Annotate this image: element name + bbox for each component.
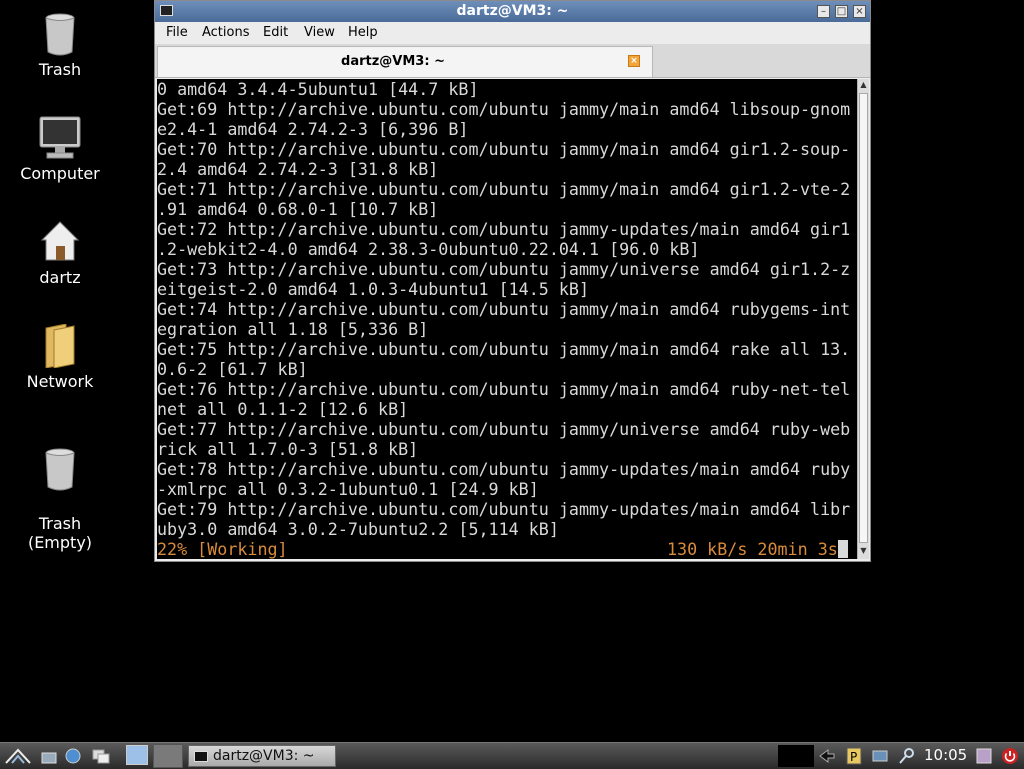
arrow-left-icon[interactable]: [818, 747, 836, 765]
terminal-app-icon: [194, 751, 208, 762]
desktop-icon-computer[interactable]: Computer: [10, 116, 110, 183]
tab-label: dartz@VM3: ~: [341, 54, 445, 69]
file-manager-icon[interactable]: [40, 747, 58, 765]
scrollbar-thumb[interactable]: [859, 93, 868, 543]
taskbar-task-terminal[interactable]: dartz@VM3: ~: [188, 745, 336, 767]
window-switch-icon[interactable]: [92, 747, 110, 765]
apt-progress-status: 22% [Working]: [157, 539, 288, 559]
desktop-icon-label: Trash (Empty): [27, 514, 93, 552]
tray-black-box: [778, 745, 814, 767]
start-menu-icon[interactable]: [4, 747, 34, 765]
terminal-window: dartz@VM3: ~ – □ × File Actions Edit Vie…: [154, 0, 871, 562]
user-icon[interactable]: [975, 747, 993, 765]
taskbar: dartz@VM3: ~ P 10:05: [0, 742, 1024, 769]
scroll-up-icon[interactable]: ▲: [858, 79, 869, 91]
desktop-icon-trash[interactable]: Trash: [10, 12, 110, 79]
tab-bar: dartz@VM3: ~ ×: [155, 44, 870, 78]
tab-terminal[interactable]: dartz@VM3: ~ ×: [157, 46, 653, 77]
window-title: dartz@VM3: ~: [456, 3, 569, 19]
desktop-icon-label: dartz: [39, 268, 81, 287]
folder-icon: [45, 324, 75, 368]
svg-text:P: P: [850, 750, 857, 764]
menu-view[interactable]: View: [304, 25, 335, 40]
desktop-icon-network[interactable]: Network: [10, 324, 110, 391]
terminal-scrollbar[interactable]: ▲ ▼: [857, 79, 869, 559]
desktop-pager-2[interactable]: [153, 744, 183, 768]
apt-download-rate: 130 kB/s 20min 3s: [667, 539, 838, 559]
home-icon: [40, 221, 80, 261]
desktop-pager-1[interactable]: [126, 745, 148, 765]
network-icon[interactable]: [871, 747, 889, 765]
taskbar-task-label: dartz@VM3: ~: [213, 748, 315, 764]
desktop-icon-home[interactable]: dartz: [10, 220, 110, 287]
clock[interactable]: 10:05: [924, 746, 967, 764]
desktop-icon-label: Trash: [38, 60, 82, 79]
power-icon[interactable]: [1001, 747, 1019, 765]
trash-icon: [45, 448, 75, 491]
desktop-icon-label: Network: [26, 372, 94, 391]
desktop-icon-trash-empty[interactable]: Trash (Empty): [10, 428, 110, 552]
terminal-cursor: [838, 540, 848, 558]
window-titlebar[interactable]: dartz@VM3: ~ – □ ×: [155, 1, 870, 22]
search-icon[interactable]: [898, 747, 916, 765]
scroll-down-icon[interactable]: ▼: [858, 545, 869, 557]
terminal-output[interactable]: 0 amd64 3.4.4-5ubuntu1 [44.7 kB] Get:69 …: [157, 79, 857, 559]
close-icon[interactable]: ×: [853, 5, 866, 18]
maximize-icon[interactable]: □: [835, 5, 848, 18]
clipboard-icon[interactable]: P: [845, 747, 863, 765]
menu-actions[interactable]: Actions: [202, 25, 250, 40]
tab-close-icon[interactable]: ×: [628, 55, 640, 67]
menu-bar: File Actions Edit View Help: [155, 22, 870, 44]
terminal-text: 0 amd64 3.4.4-5ubuntu1 [44.7 kB] Get:69 …: [157, 79, 851, 539]
menu-help[interactable]: Help: [348, 25, 378, 40]
browser-icon[interactable]: [64, 747, 82, 765]
trash-icon: [45, 13, 75, 56]
desktop-icon-label: Computer: [20, 164, 100, 183]
minimize-icon[interactable]: –: [817, 5, 830, 18]
menu-edit[interactable]: Edit: [263, 25, 288, 40]
computer-icon: [39, 116, 81, 159]
menu-file[interactable]: File: [166, 25, 188, 40]
